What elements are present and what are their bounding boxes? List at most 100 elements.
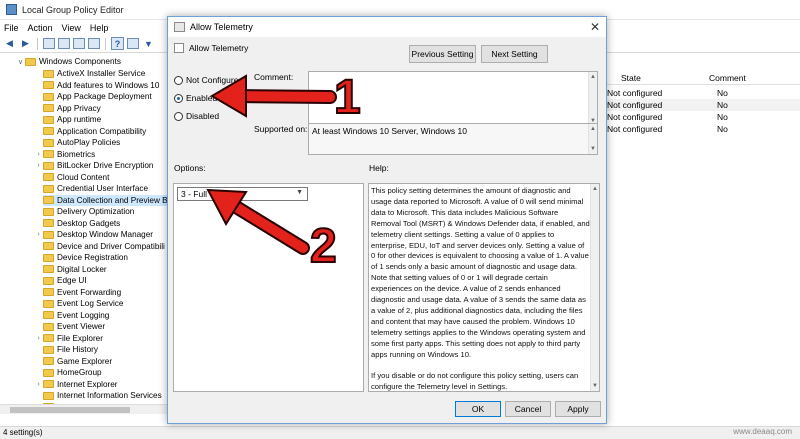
table-row[interactable]: Not configured No [603,87,800,99]
tree-item[interactable]: Event Forwarding [43,287,168,299]
folder-icon [43,138,54,147]
column-header-comment[interactable]: Comment [703,72,800,85]
scroll-up-icon[interactable]: ▲ [591,184,599,194]
tree-item[interactable]: AutoPlay Policies [43,137,168,149]
chevron-down-icon[interactable]: ∨ [16,58,25,66]
scroll-down-icon[interactable]: ▼ [589,144,597,154]
tree-item[interactable]: ActiveX Installer Service [43,68,168,80]
radio-circle[interactable] [174,111,183,121]
table-row[interactable]: Not configured No [603,99,800,111]
tree-item[interactable]: Delivery Optimization [43,206,168,218]
tree-item-label: Event Logging [57,310,110,320]
tree-item[interactable]: Desktop Gadgets [43,218,168,230]
tree-item[interactable]: Application Compatibility [43,126,168,138]
filter-icon[interactable]: ▼ [142,37,155,50]
policy-tree: ∨ Windows Components ActiveX Installer S… [0,54,168,416]
tree-item-label: Credential User Interface [57,184,149,194]
tree-item[interactable]: Add features to Windows 10 [43,80,168,92]
menu-help[interactable]: Help [90,23,109,33]
folder-icon [43,150,54,159]
tree-item[interactable]: Event Log Service [43,298,168,310]
table-row[interactable]: Not configured No [603,123,800,135]
apply-button[interactable]: Apply [555,401,601,417]
folder-icon [43,173,54,182]
editor-title: Local Group Policy Editor [22,4,124,15]
tree-root[interactable]: ∨ Windows Components [16,56,121,68]
forward-arrow-icon[interactable]: ▶ [19,37,32,50]
back-arrow-icon[interactable]: ◀ [3,37,16,50]
toolbar-separator [37,37,38,50]
chevron-right-icon[interactable]: › [34,335,43,342]
tree-item[interactable]: File History [43,344,168,356]
radio-not-configured[interactable]: Not Configured [174,75,243,85]
chevron-down-icon[interactable]: ▼ [296,189,303,196]
folder-icon [43,357,54,366]
menu-action[interactable]: Action [28,23,53,33]
menu-view[interactable]: View [62,23,81,33]
tree-item[interactable]: Event Logging [43,310,168,322]
radio-circle-selected[interactable] [174,93,183,103]
telemetry-level-select[interactable]: 3 - Full ▼ [177,187,308,201]
previous-setting-button[interactable]: Previous Setting [409,45,476,63]
tree-item[interactable]: › Internet Explorer [37,379,168,391]
menu-file[interactable]: File [4,23,19,33]
tree-item[interactable]: Credential User Interface [43,183,168,195]
tree-item[interactable]: HomeGroup [43,367,168,379]
properties-icon[interactable] [88,38,100,49]
tree-item[interactable]: App Package Deployment [43,91,168,103]
folder-icon [43,242,54,251]
tree-item[interactable]: App Privacy [43,103,168,115]
tree-item[interactable]: Event Viewer [43,321,168,333]
folder-icon [43,368,54,377]
chevron-right-icon[interactable]: › [34,151,43,158]
comment-scrollbar[interactable]: ▲ ▼ [588,72,597,126]
tree-item[interactable]: Cloud Content [43,172,168,184]
tree-item[interactable]: › File Explorer [37,333,168,345]
up-folder-icon[interactable] [43,38,55,49]
tree-item[interactable]: Edge UI [43,275,168,287]
show-tree-icon[interactable] [58,38,70,49]
help-text: This policy setting determines the amoun… [371,186,590,392]
export-list-icon[interactable] [73,38,85,49]
tree-item[interactable]: Game Explorer [43,356,168,368]
tree-horizontal-scrollbar[interactable] [0,404,168,414]
tree-item[interactable]: Data Collection and Preview B [43,194,168,206]
help-scrollbar[interactable]: ▲ ▼ [590,184,599,391]
tree-item[interactable]: › Desktop Window Manager [37,229,168,241]
cancel-button[interactable]: Cancel [505,401,551,417]
scroll-up-icon[interactable]: ▲ [589,72,597,82]
column-header-state[interactable]: State [603,72,703,85]
radio-enabled[interactable]: Enabled [174,93,217,103]
table-row[interactable]: Not configured No [603,111,800,123]
tree-item[interactable]: Internet Information Services [43,390,168,402]
tree-item[interactable]: Digital Locker [43,264,168,276]
chevron-right-icon[interactable]: › [34,381,43,388]
tree-item[interactable]: › Biometrics [37,149,168,161]
close-icon[interactable]: ✕ [590,20,600,34]
policy-setting-icon [174,22,185,32]
scrollbar-thumb[interactable] [10,407,130,413]
tree-item-label: App Privacy [57,103,101,113]
tree-item[interactable]: Device Registration [43,252,168,264]
scroll-up-icon[interactable]: ▲ [589,124,597,134]
next-setting-button[interactable]: Next Setting [481,45,548,63]
chevron-right-icon[interactable]: › [34,162,43,169]
tree-item[interactable]: › BitLocker Drive Encryption [37,160,168,172]
tree-item-label: Data Collection and Preview B [57,195,168,205]
radio-circle[interactable] [174,75,183,85]
ok-button[interactable]: OK [455,401,501,417]
scroll-down-icon[interactable]: ▼ [591,381,599,391]
help-icon[interactable]: ? [111,37,124,50]
chevron-right-icon[interactable]: › [34,231,43,238]
tree-item[interactable]: App runtime [43,114,168,126]
folder-icon [43,265,54,274]
extended-view-icon[interactable] [127,38,139,49]
comment-textarea[interactable] [308,71,598,127]
row-state: Not configured [607,88,663,98]
supported-scrollbar[interactable]: ▲ ▼ [588,124,597,154]
radio-label: Disabled [186,111,220,121]
radio-disabled[interactable]: Disabled [174,111,219,121]
options-pane [173,183,364,392]
tree-item[interactable]: Device and Driver Compatibili [43,241,168,253]
folder-icon [43,299,54,308]
